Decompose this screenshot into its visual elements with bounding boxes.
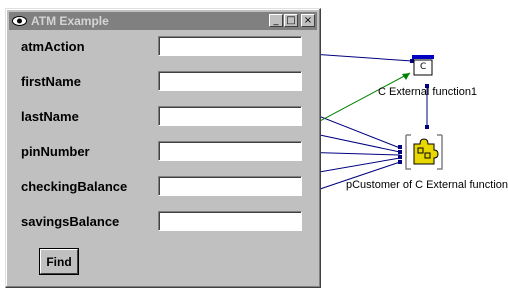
checkingBalance-input[interactable] — [158, 176, 302, 196]
external-function-node[interactable]: C — [410, 54, 438, 78]
lastName-label: lastName — [21, 109, 79, 124]
customer-node[interactable] — [403, 132, 445, 172]
title-bar[interactable]: ATM Example _ □ × — [9, 12, 317, 30]
pinNumber-input[interactable] — [158, 141, 302, 161]
lastName-input[interactable] — [158, 106, 302, 126]
window-title: ATM Example — [31, 14, 109, 28]
savingsBalance-label: savingsBalance — [21, 214, 120, 229]
checkingBalance-label: checkingBalance — [21, 179, 128, 194]
maximize-button[interactable]: □ — [284, 14, 298, 27]
minimize-button[interactable]: _ — [269, 14, 283, 27]
external-function-label: C External function1 — [378, 86, 478, 98]
atmAction-input[interactable] — [158, 36, 302, 56]
pinNumber-label: pinNumber — [21, 144, 90, 159]
savingsBalance-input[interactable] — [158, 211, 302, 231]
customer-label: pCustomer of C External function1 — [346, 179, 508, 191]
atm-example-window: ATM Example _ □ × atmAction firstName la… — [5, 8, 321, 288]
firstName-input[interactable] — [158, 71, 302, 91]
puzzle-piece-icon — [405, 134, 443, 170]
external-function-icon-text: C — [420, 62, 427, 72]
eye-icon — [11, 14, 27, 28]
atmAction-label: atmAction — [21, 39, 85, 54]
close-button[interactable]: × — [301, 14, 315, 27]
find-button[interactable]: Find — [40, 249, 78, 274]
firstName-label: firstName — [21, 74, 81, 89]
